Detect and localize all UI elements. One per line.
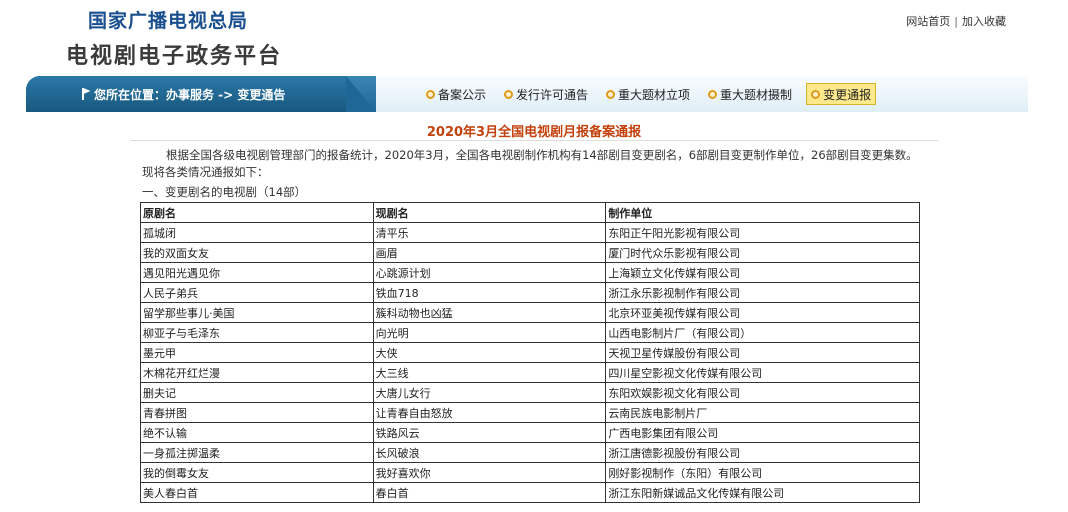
current-title-cell: 铁血718 — [372, 282, 607, 303]
producer-cell: 厦门时代众乐影视有限公司 — [605, 242, 920, 263]
current-title-cell: 让青春自由怒放 — [372, 402, 607, 423]
table-row: 遇见阳光遇见你 心跳源计划 上海颖立文化传媒有限公司 — [140, 262, 920, 283]
producer-cell: 浙江永乐影视制作有限公司 — [605, 282, 920, 303]
page-title: 2020年3月全国电视剧月报备案通报 — [426, 125, 642, 140]
original-title-cell: 绝不认输 — [140, 422, 374, 443]
producer-cell: 上海颖立文化传媒有限公司 — [605, 262, 920, 283]
home-link[interactable]: 网站首页 — [906, 15, 950, 28]
tab-label: 备案公示 — [438, 87, 487, 102]
table-body: 孤城闭 清平乐 东阳正午阳光影视有限公司 我的双面女友 画眉 厦门时代众乐影视有限公司 遇见… — [140, 222, 920, 503]
intro-paragraph: 根据全国各级电视剧管理部门的报备统计，2020年3月，全国各电视剧制作机构有14… — [142, 148, 918, 179]
header-producer: 制作单位 — [605, 202, 920, 223]
tab-major-filming[interactable]: 重大题材摄制 — [704, 83, 796, 105]
table-row: 柳亚子与毛泽东 向光明 山西电影制片厂（有限公司） — [140, 322, 920, 343]
header: 国家广播电视总局 电视剧电子政务平台 网站首页 | 加入收藏 — [0, 0, 1068, 76]
current-title-cell: 长风破浪 — [372, 442, 607, 463]
breadcrumb-text: 您所在位置：办事服务 -> 变更通告 — [94, 88, 286, 102]
original-title-cell: 墨元甲 — [140, 342, 374, 363]
table-row: 孤城闭 清平乐 东阳正午阳光影视有限公司 — [140, 222, 920, 243]
section-title: 一、变更剧名的电视剧（14部） — [142, 185, 307, 199]
producer-cell: 北京环亚美视传媒有限公司 — [605, 302, 920, 323]
tab-label: 重大题材摄制 — [720, 87, 793, 102]
table-header-row: 原剧名 现剧名 制作单位 — [140, 202, 920, 223]
tab-major-project[interactable]: 重大题材立项 — [602, 83, 694, 105]
circle-icon — [811, 89, 821, 99]
original-title-cell: 留学那些事儿·美国 — [140, 302, 374, 323]
producer-cell: 天视卫星传媒股份有限公司 — [605, 342, 920, 363]
tab-distribution-license[interactable]: 发行许可通告 — [500, 83, 592, 105]
original-title-cell: 孤城闭 — [140, 222, 374, 243]
table-row: 木棉花开红烂漫 大三线 四川星空影视文化传媒有限公司 — [140, 362, 920, 383]
producer-cell: 浙江唐德影视股份有限公司 — [605, 442, 920, 463]
producer-cell: 浙江东阳新媒诚品文化传媒有限公司 — [605, 482, 920, 503]
top-links: 网站首页 | 加入收藏 — [906, 13, 1006, 29]
bookmark-link[interactable]: 加入收藏 — [962, 15, 1006, 28]
table-row: 我的倒霉女友 我好喜欢你 刚好影视制作（东阳）有限公司 — [140, 462, 920, 483]
current-title-cell: 画眉 — [372, 242, 607, 263]
original-title-cell: 我的倒霉女友 — [140, 462, 374, 483]
table-row: 删夫记 大唐儿女行 东阳欢娱影视文化有限公司 — [140, 382, 920, 403]
navbar: 您所在位置：办事服务 -> 变更通告 备案公示 发行许可通告 重大题材立项 重大… — [26, 76, 1028, 112]
current-title-cell: 我好喜欢你 — [372, 462, 607, 483]
tab-filing-notice[interactable]: 备案公示 — [422, 83, 490, 105]
current-title-cell: 清平乐 — [372, 222, 607, 243]
original-title-cell: 我的双面女友 — [140, 242, 374, 263]
tab-label: 变更通报 — [823, 87, 872, 102]
current-title-cell: 春白首 — [372, 482, 607, 503]
table-row: 墨元甲 大侠 天视卫星传媒股份有限公司 — [140, 342, 920, 363]
producer-cell: 广西电影集团有限公司 — [605, 422, 920, 443]
tab-label: 重大题材立项 — [618, 87, 691, 102]
table-row: 一身孤注掷温柔 长风破浪 浙江唐德影视股份有限公司 — [140, 442, 920, 463]
original-title-cell: 一身孤注掷温柔 — [140, 442, 374, 463]
table-row: 留学那些事儿·美国 簇科动物也凶猛 北京环亚美视传媒有限公司 — [140, 302, 920, 323]
table-row: 青春拼图 让青春自由怒放 云南民族电影制片厂 — [140, 402, 920, 423]
site-name[interactable]: 国家广播电视总局 — [88, 6, 248, 33]
rename-table: 原剧名 现剧名 制作单位 孤城闭 清平乐 东阳正午阳光影视有限公司 我的双面女友 画眉厦… — [140, 202, 920, 503]
breadcrumb: 您所在位置：办事服务 -> 变更通告 — [82, 86, 285, 103]
table-row: 我的双面女友 画眉 厦门时代众乐影视有限公司 — [140, 242, 920, 263]
current-title-cell: 大三线 — [372, 362, 607, 383]
producer-cell: 云南民族电影制片厂 — [605, 402, 920, 423]
producer-cell: 东阳欢娱影视文化有限公司 — [605, 382, 920, 403]
table-row: 人民子弟兵 铁血718 浙江永乐影视制作有限公司 — [140, 282, 920, 303]
circle-icon — [606, 89, 616, 99]
original-title-cell: 美人春白首 — [140, 482, 374, 503]
current-title-cell: 向光明 — [372, 322, 607, 343]
original-title-cell: 柳亚子与毛泽东 — [140, 322, 374, 343]
circle-icon — [708, 89, 718, 99]
title-divider — [130, 140, 938, 141]
original-title-cell: 青春拼图 — [140, 402, 374, 423]
header-current-title: 现剧名 — [372, 202, 607, 223]
nav-divider — [346, 76, 376, 112]
original-title-cell: 人民子弟兵 — [140, 282, 374, 303]
table-row: 美人春白首 春白首 浙江东阳新媒诚品文化传媒有限公司 — [140, 482, 920, 503]
current-title-cell: 心跳源计划 — [372, 262, 607, 283]
circle-icon — [426, 89, 435, 99]
producer-cell: 刚好影视制作（东阳）有限公司 — [605, 462, 920, 483]
current-title-cell: 簇科动物也凶猛 — [372, 302, 607, 323]
flag-icon — [82, 88, 91, 100]
original-title-cell: 木棉花开红烂漫 — [140, 362, 374, 383]
nav-tabs: 备案公示 发行许可通告 重大题材立项 重大题材摄制 变更通报 — [422, 83, 877, 105]
original-title-cell: 删夫记 — [140, 382, 374, 403]
producer-cell: 山西电影制片厂（有限公司） — [605, 322, 920, 343]
circle-icon — [504, 89, 514, 99]
original-title-cell: 遇见阳光遇见你 — [140, 262, 374, 283]
link-separator: | — [954, 15, 958, 28]
tab-change-notice[interactable]: 变更通报 — [806, 83, 877, 105]
producer-cell: 东阳正午阳光影视有限公司 — [605, 222, 920, 243]
header-original-title: 原剧名 — [140, 202, 374, 223]
platform-name: 电视剧电子政务平台 — [66, 44, 283, 69]
current-title-cell: 大唐儿女行 — [372, 382, 607, 403]
current-title-cell: 铁路风云 — [372, 422, 607, 443]
current-title-cell: 大侠 — [372, 342, 607, 363]
table-row: 绝不认输 铁路风云 广西电影集团有限公司 — [140, 422, 920, 443]
producer-cell: 四川星空影视文化传媒有限公司 — [605, 362, 920, 383]
tab-label: 发行许可通告 — [516, 87, 589, 102]
